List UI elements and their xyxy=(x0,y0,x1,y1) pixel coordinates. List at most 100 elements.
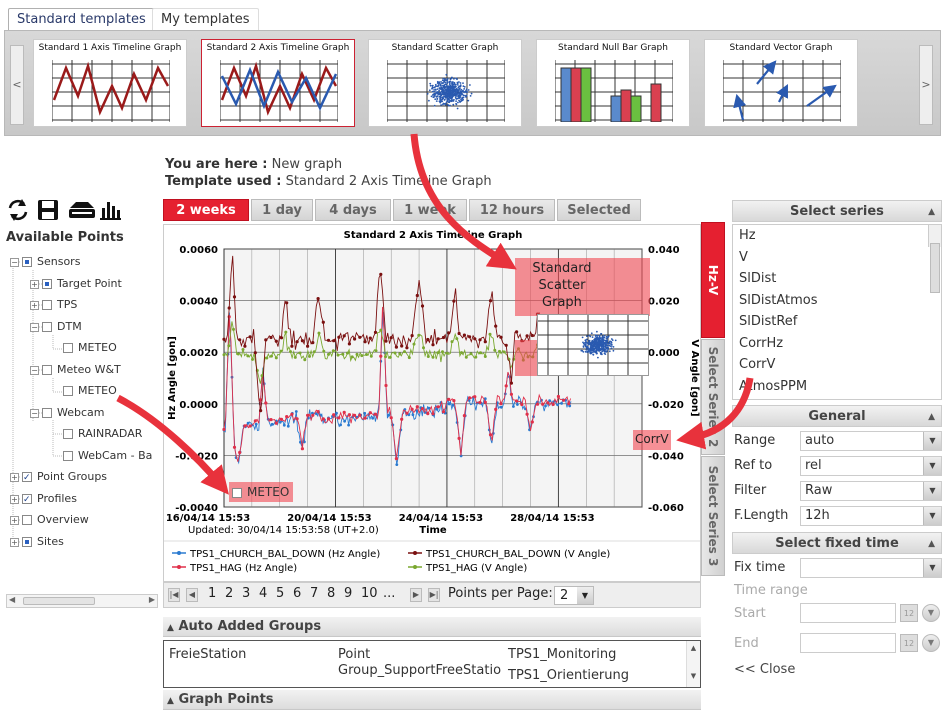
tree-node-meteo-wt[interactable]: − Meteo W&T xyxy=(30,362,121,378)
checkbox[interactable] xyxy=(63,343,73,353)
tree-node-tps[interactable]: + TPS xyxy=(30,297,77,313)
chevron-down-icon[interactable]: ▼ xyxy=(577,587,593,604)
tab-4-days[interactable]: 4 days xyxy=(315,199,391,221)
page-number[interactable]: 1 xyxy=(208,586,216,601)
first-page-icon[interactable]: |◀ xyxy=(168,588,180,602)
ref-to-select[interactable]: rel ▼ xyxy=(800,456,942,476)
last-page-icon[interactable]: ▶| xyxy=(428,588,440,602)
range-select[interactable]: auto ▼ xyxy=(800,431,942,451)
series-item-sldistatmos[interactable]: SlDistAtmos xyxy=(733,290,941,312)
scroll-right-icon[interactable]: ▶ xyxy=(149,595,155,604)
page-number[interactable]: 5 xyxy=(276,586,284,601)
page-number[interactable]: 3 xyxy=(242,586,250,601)
tree-node-point-groups[interactable]: + Point Groups xyxy=(10,469,107,486)
scroll-thumb[interactable] xyxy=(23,597,95,605)
collapse-arrow-icon[interactable]: ▲ xyxy=(928,201,935,223)
checkbox[interactable] xyxy=(63,429,73,439)
collapse-arrow-icon[interactable]: ▲ xyxy=(167,696,174,706)
tree-node-rainradar[interactable]: RAINRADAR xyxy=(63,426,142,442)
tab-12-hours[interactable]: 12 hours xyxy=(469,199,555,221)
expand-icon[interactable]: + xyxy=(10,537,19,547)
tree-node-overview[interactable]: + Overview xyxy=(10,512,89,528)
checkbox[interactable] xyxy=(22,537,32,547)
template-1-axis[interactable]: Standard 1 Axis Timeline Graph xyxy=(33,39,187,127)
scroll-down-icon[interactable]: ▼ xyxy=(687,672,700,680)
next-page-icon[interactable]: ▶ xyxy=(410,588,422,602)
tree-node-dtm-meteo[interactable]: METEO xyxy=(63,340,117,356)
collapse-icon[interactable]: − xyxy=(30,408,39,418)
series-item-corrv[interactable]: CorrV xyxy=(733,354,941,376)
save-icon[interactable] xyxy=(38,200,58,220)
collapse-icon[interactable]: − xyxy=(30,365,39,375)
legend-item[interactable]: TPS1_HAG (Hz Angle) xyxy=(172,563,297,574)
general-header[interactable]: General ▲ xyxy=(732,405,942,427)
tab-standard-templates[interactable]: Standard templates xyxy=(8,8,155,30)
auto-added-groups-header[interactable]: ▲ Auto Added Groups xyxy=(163,617,701,637)
series-item-atmosppm[interactable]: AtmosPPM xyxy=(733,376,941,398)
page-number[interactable]: ... xyxy=(383,586,395,601)
page-number[interactable]: 4 xyxy=(259,586,267,601)
scroll-left-button[interactable]: < xyxy=(10,45,24,125)
collapse-arrow-icon[interactable]: ▲ xyxy=(928,406,935,428)
template-2-axis[interactable]: Standard 2 Axis Timeline Graph xyxy=(201,39,355,127)
series-item-hz[interactable]: Hz xyxy=(733,225,941,247)
chevron-down-icon[interactable]: ▼ xyxy=(923,507,941,525)
page-number[interactable]: 10 xyxy=(361,586,378,601)
scroll-left-icon[interactable]: ◀ xyxy=(9,595,15,604)
template-vector[interactable]: Standard Vector Graph xyxy=(704,39,858,127)
page-number[interactable]: 7 xyxy=(310,586,318,601)
checkbox[interactable] xyxy=(22,470,32,486)
tree-node-webcam[interactable]: − Webcam xyxy=(30,405,105,421)
scroll-thumb[interactable] xyxy=(930,243,940,293)
filter-select[interactable]: Raw ▼ xyxy=(800,481,942,501)
legend-item[interactable]: TPS1_CHURCH_BAL_DOWN (Hz Angle) xyxy=(172,549,380,560)
page-number[interactable]: 8 xyxy=(327,586,335,601)
chart-icon[interactable] xyxy=(100,202,121,220)
chevron-down-icon[interactable]: ▼ xyxy=(923,432,941,450)
graph-points-header[interactable]: ▲ Graph Points xyxy=(163,690,701,710)
tree-node-dtm[interactable]: − DTM xyxy=(30,319,82,335)
vtab-hz-v[interactable]: Hz-V xyxy=(701,222,725,338)
printer-icon[interactable] xyxy=(69,202,95,218)
checkbox[interactable] xyxy=(42,365,52,375)
group-list-scrollbar[interactable]: ▲ ▼ xyxy=(686,641,700,687)
tree-node-profiles[interactable]: + Profiles xyxy=(10,491,77,508)
checkbox[interactable] xyxy=(63,451,73,461)
collapse-arrow-icon[interactable]: ▲ xyxy=(167,623,174,633)
page-number[interactable]: 6 xyxy=(293,586,301,601)
tree-node-sensors[interactable]: − Sensors xyxy=(10,254,80,270)
expand-icon[interactable]: + xyxy=(30,279,39,289)
checkbox[interactable] xyxy=(63,386,73,396)
group-cell[interactable]: TPS1_Monitoring xyxy=(508,647,616,662)
scroll-right-button[interactable]: > xyxy=(919,45,933,125)
tab-selected[interactable]: Selected xyxy=(557,199,641,221)
checkbox[interactable] xyxy=(42,279,52,289)
group-cell[interactable]: TPS1_Orientierung xyxy=(508,668,629,683)
tab-1-day[interactable]: 1 day xyxy=(251,199,313,221)
series-item-sldist[interactable]: SlDist xyxy=(733,268,941,290)
tab-1-week[interactable]: 1 week xyxy=(393,199,467,221)
start-input[interactable] xyxy=(800,603,896,623)
f-length-select[interactable]: 12h ▼ xyxy=(800,506,942,526)
tree-node-sites[interactable]: + Sites xyxy=(10,534,64,550)
prev-page-icon[interactable]: ◀ xyxy=(186,588,198,602)
vtab-select-series-3[interactable]: Select Series 3 xyxy=(701,456,725,576)
expand-icon[interactable]: + xyxy=(10,472,19,482)
template-scatter[interactable]: Standard Scatter Graph xyxy=(368,39,522,127)
series-item-corrhz[interactable]: CorrHz xyxy=(733,333,941,355)
page-number[interactable]: 9 xyxy=(344,586,352,601)
checkbox[interactable] xyxy=(22,257,32,267)
checkbox[interactable] xyxy=(42,300,52,310)
template-bar[interactable]: Standard Null Bar Graph xyxy=(536,39,690,127)
calendar-icon[interactable]: 12 xyxy=(900,604,918,622)
tree-node-meteo-wt-meteo[interactable]: METEO xyxy=(63,383,117,399)
checkbox[interactable] xyxy=(42,408,52,418)
scroll-up-icon[interactable]: ▲ xyxy=(687,644,700,652)
series-list-scrollbar[interactable] xyxy=(928,225,941,293)
checkbox[interactable] xyxy=(42,322,52,332)
collapse-arrow-icon[interactable]: ▲ xyxy=(928,533,935,555)
group-cell[interactable]: FreieStation xyxy=(169,647,246,662)
fix-time-select[interactable]: ▼ xyxy=(800,558,942,578)
chevron-down-icon[interactable]: ▼ xyxy=(922,634,940,652)
checkbox[interactable] xyxy=(22,515,32,525)
